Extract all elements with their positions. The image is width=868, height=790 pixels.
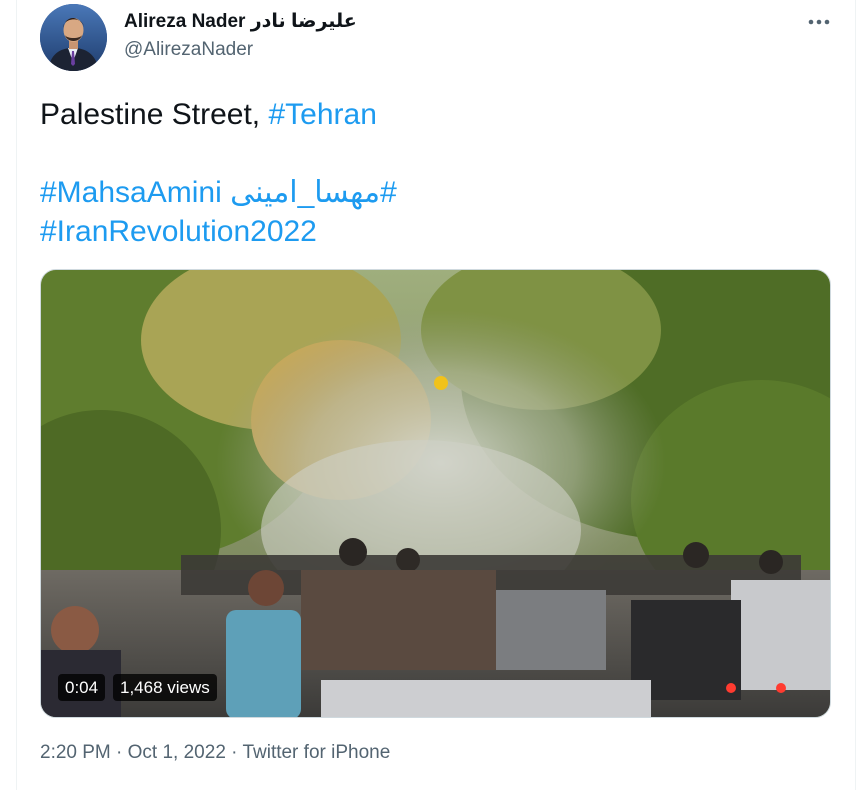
more-options-button[interactable] <box>806 12 832 32</box>
more-horizontal-icon <box>808 19 830 25</box>
video-duration-badge: 0:04 <box>58 674 106 701</box>
text-spacer <box>40 134 830 173</box>
meta-separator: · <box>225 742 243 763</box>
tweet-text-line-1: Palestine Street, #Tehran <box>40 95 830 134</box>
tweet-source-link[interactable]: Twitter for iPhone <box>242 742 390 763</box>
tweet-date-link[interactable]: Oct 1, 2022 <box>128 742 226 763</box>
author-handle[interactable]: @AlirezaNader <box>124 39 253 61</box>
hashtag-tehran-link[interactable]: #Tehran <box>268 98 376 131</box>
tweet-time-link[interactable]: 2:20 PM <box>40 742 111 763</box>
tweet-metadata: 2:20 PM · Oct 1, 2022 · Twitter for iPho… <box>40 742 390 764</box>
profile-photo <box>40 4 107 71</box>
author-display-name[interactable]: Alireza Nader علیرضا نادر <box>124 10 357 33</box>
hashtag-mahsa-amini-link[interactable]: #MahsaAmini مهسا_امینی# <box>40 176 397 209</box>
avatar[interactable] <box>40 4 107 71</box>
hashtag-iran-revolution-link[interactable]: #IranRevolution2022 <box>40 215 317 248</box>
tweet-text: Palestine Street, #Tehran #MahsaAmini مه… <box>40 95 830 251</box>
tweet-text-line-3: #MahsaAmini مهسا_امینی# <box>40 173 830 212</box>
video-player[interactable] <box>40 269 831 718</box>
video-views-badge: 1,468 views <box>113 674 217 701</box>
meta-separator: · <box>110 742 128 763</box>
tweet-text-prefix: Palestine Street, <box>40 98 269 131</box>
tweet-text-line-4: #IranRevolution2022 <box>40 212 830 251</box>
video-thumbnail <box>41 270 830 717</box>
